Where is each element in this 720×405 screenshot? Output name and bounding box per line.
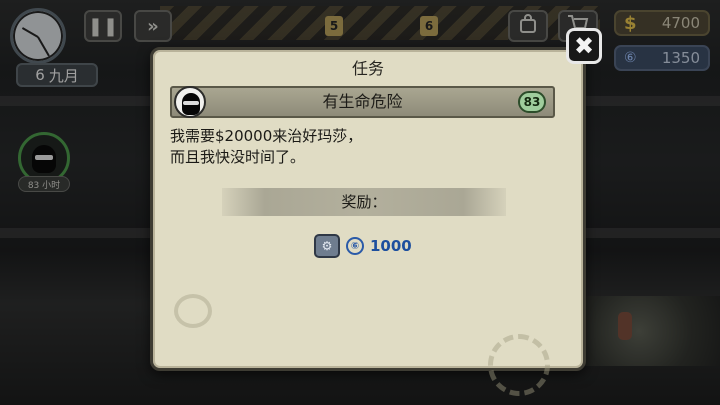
reward-row: ⚙ ⑥ 1000	[314, 234, 412, 258]
parts-badge-icon: ⚙	[314, 234, 340, 258]
mission-description: 我需要$20000来治好玛莎， 而且我快没时间了。	[170, 126, 550, 168]
mission-giver-avatar-icon	[174, 86, 206, 118]
description-line: 我需要$20000来治好玛莎，	[170, 127, 363, 145]
mission-name: 有生命危险	[322, 92, 403, 111]
description-line: 而且我快没时间了。	[170, 148, 306, 166]
mission-level-badge: 83	[518, 91, 546, 113]
close-icon: ✖	[573, 32, 595, 60]
gear-watermark-icon	[488, 334, 550, 396]
reward-label: 奖励：	[341, 193, 387, 211]
dialog-title: 任务	[351, 59, 384, 78]
close-button[interactable]: ✖	[566, 28, 602, 64]
parts-coin-icon: ⑥	[346, 237, 364, 255]
reward-value: 1000	[370, 237, 412, 255]
helmet-watermark-icon	[174, 294, 212, 328]
